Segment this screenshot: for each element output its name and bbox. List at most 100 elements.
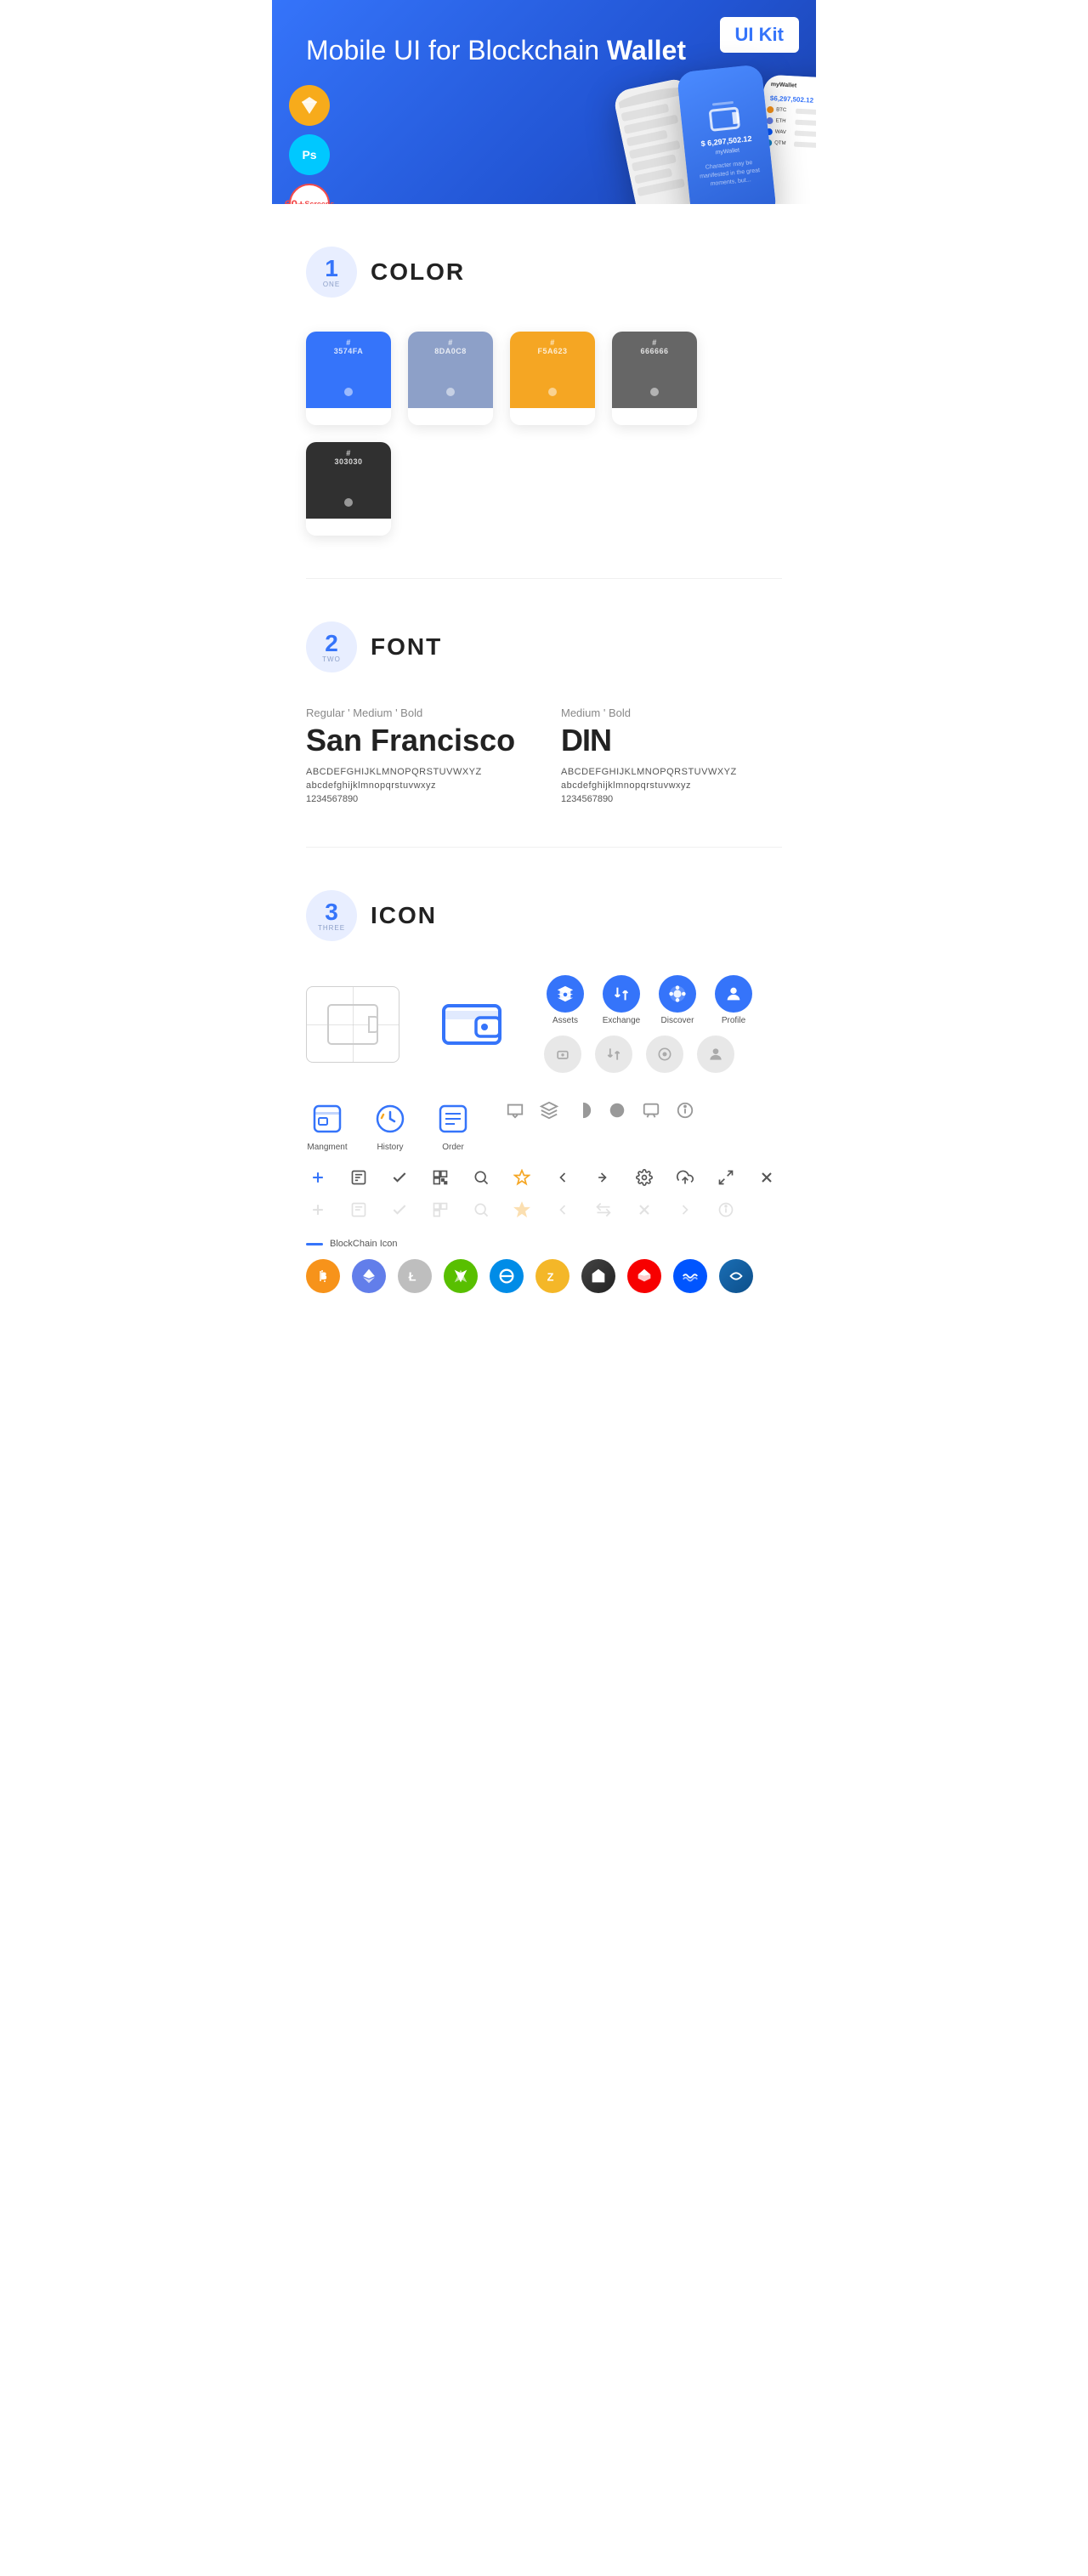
sf-lowercase: abcdefghijklmnopqrstuvwxyz (306, 780, 527, 791)
ps-badge: Ps (289, 134, 330, 175)
btc-icon (306, 1259, 340, 1293)
neo-icon (444, 1259, 478, 1293)
discover-icon-gray (646, 1036, 683, 1073)
waves-icon (673, 1259, 707, 1293)
assets-label: Assets (552, 1016, 578, 1025)
din-name: DIN (561, 723, 782, 758)
discover-icon-item: Discover (656, 975, 699, 1025)
icon-section-number: 3 THREE (306, 890, 357, 941)
order-icon-item: Order (432, 1098, 474, 1152)
share-icon (592, 1166, 615, 1189)
icon-top-row: Assets Exchange (306, 975, 782, 1073)
discover-icon (659, 975, 696, 1013)
chat-icon (503, 1098, 527, 1122)
zcash-icon: Z (536, 1259, 570, 1293)
check-gray-icon (388, 1198, 411, 1222)
color-grid: #3574FA #8DA0C8 #F5A623 #666666 (306, 332, 782, 536)
history-label: History (377, 1143, 403, 1152)
plus-icon (306, 1166, 330, 1189)
order-icon (433, 1098, 473, 1139)
exchange-icon (603, 975, 640, 1013)
phone-center: $ 6,297,502.12 myWallet Character may be… (677, 64, 777, 204)
profile-icon-gray (697, 1036, 734, 1073)
color-section: 1 ONE COLOR #3574FA #8DA0C8 #F5A623 (272, 204, 816, 578)
small-icons-col (503, 1098, 697, 1122)
exchange-icon-gray (595, 1036, 632, 1073)
profile-icon-item: Profile (712, 975, 755, 1025)
din-numbers: 1234567890 (561, 794, 782, 804)
screens-badge: 60+ Screens (289, 184, 330, 204)
mangment-label: Mangment (307, 1143, 347, 1152)
profile-icon (715, 975, 752, 1013)
ark-icon (627, 1259, 661, 1293)
iota-icon (581, 1259, 615, 1293)
assets-icon-gray (544, 1036, 581, 1073)
sf-name: San Francisco (306, 723, 527, 758)
check-icon (388, 1166, 411, 1189)
font-sf: Regular ' Medium ' Bold San Francisco AB… (306, 706, 527, 804)
circle-icon (605, 1098, 629, 1122)
crypto-icons-row: Ł Z (306, 1259, 782, 1293)
exchange-icon-item: Exchange (600, 975, 643, 1025)
font-section-title: FONT (371, 633, 442, 661)
blockchain-line (306, 1243, 323, 1245)
ps-label: Ps (302, 148, 316, 162)
upload-icon (673, 1166, 697, 1189)
speech-icon (639, 1098, 663, 1122)
font-section-number: 2 TWO (306, 621, 357, 672)
color-section-header: 1 ONE COLOR (306, 247, 782, 298)
screens-num: 60+ (285, 198, 305, 204)
phones-mockup: $ 6,297,502.12 myWallet Character may be… (484, 51, 816, 204)
wallet-colored-icon (425, 986, 518, 1063)
wallet-wireframe (306, 986, 400, 1063)
color-card-orange: #F5A623 (510, 332, 595, 425)
eth-icon (352, 1259, 386, 1293)
qr-icon (428, 1166, 452, 1189)
color-section-number: 1 ONE (306, 247, 357, 298)
sf-numbers: 1234567890 (306, 794, 527, 804)
svg-text:Z: Z (547, 1271, 554, 1284)
icon-section-header: 3 THREE ICON (306, 890, 782, 941)
sf-uppercase: ABCDEFGHIJKLMNOPQRSTUVWXYZ (306, 767, 527, 777)
din-lowercase: abcdefghijklmnopqrstuvwxyz (561, 780, 782, 791)
list-gray-icon (347, 1198, 371, 1222)
list-edit-icon (347, 1166, 371, 1189)
screens-text: Screens (304, 201, 334, 205)
assets-icon-item: Assets (544, 975, 586, 1025)
tool-icons-row-2 (306, 1198, 782, 1222)
uikit-badge: UI Kit (720, 17, 799, 53)
font-section-header: 2 TWO FONT (306, 621, 782, 672)
back-icon (551, 1166, 575, 1189)
tool-icons-row-1 (306, 1166, 782, 1189)
plus-gray-icon (306, 1198, 330, 1222)
exchange-label: Exchange (603, 1016, 640, 1025)
x-gray-icon (632, 1198, 656, 1222)
color-card-blue: #3574FA (306, 332, 391, 425)
order-label: Order (442, 1143, 464, 1152)
sf-weights: Regular ' Medium ' Bold (306, 706, 527, 719)
mangment-icon-item: Mangment (306, 1098, 348, 1152)
svg-text:Ł: Ł (409, 1271, 416, 1285)
star-icon (510, 1166, 534, 1189)
info-gray-icon (714, 1198, 738, 1222)
discover-label: Discover (661, 1016, 694, 1025)
search-gray-icon (469, 1198, 493, 1222)
color-card-dark: #303030 (306, 442, 391, 536)
nav-icons-labeled: Assets Exchange (544, 975, 755, 1073)
mangment-icon (307, 1098, 348, 1139)
info-icon (673, 1098, 697, 1122)
hero-section: Mobile UI for Blockchain Wallet UI Kit P… (272, 0, 816, 204)
color-card-slate: #8DA0C8 (408, 332, 493, 425)
font-grid: Regular ' Medium ' Bold San Francisco AB… (306, 706, 782, 804)
settings-icon (632, 1166, 656, 1189)
bottom-icons-section: Mangment History (306, 1098, 782, 1222)
color-card-gray: #666666 (612, 332, 697, 425)
wallet-inner-wireframe (327, 1004, 378, 1045)
arrows-icon (592, 1198, 615, 1222)
din-weights: Medium ' Bold (561, 706, 782, 719)
stratis-icon (719, 1259, 753, 1293)
half-circle-icon (571, 1098, 595, 1122)
layers-icon (537, 1098, 561, 1122)
dash-icon (490, 1259, 524, 1293)
icon-section: 3 THREE ICON (272, 848, 816, 1336)
